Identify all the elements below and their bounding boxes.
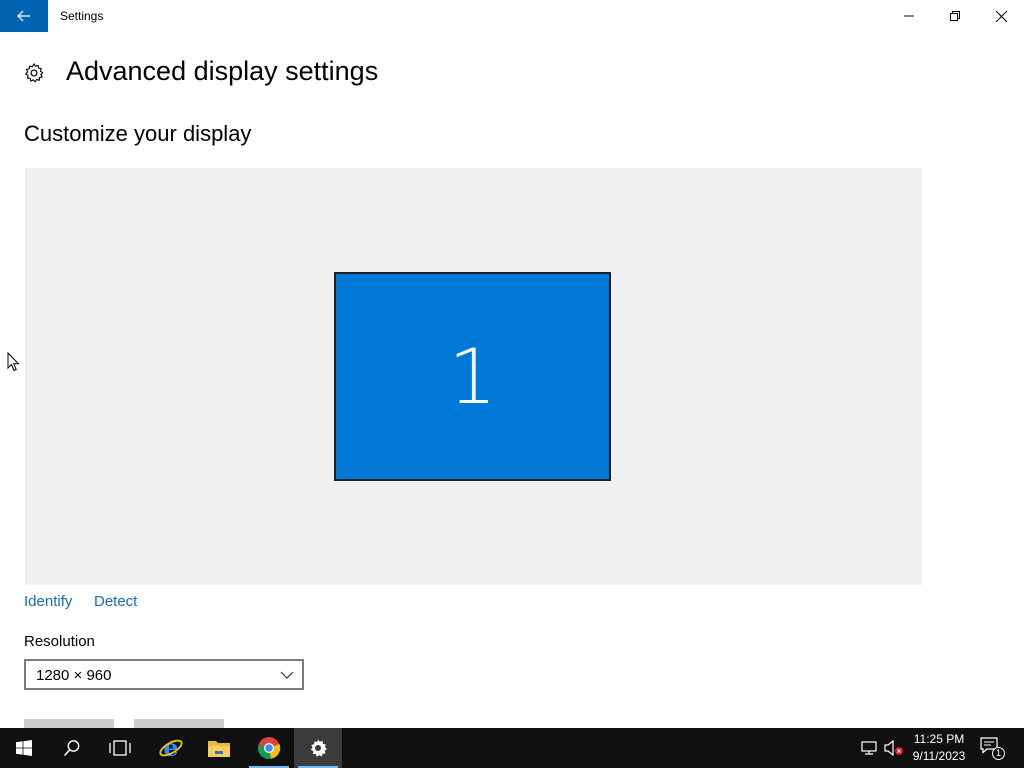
cancel-button[interactable] [134, 719, 224, 728]
taskbar: e 11:25 PM 9/11/2023 1 [0, 728, 1024, 768]
search-icon [63, 740, 80, 757]
app-title: Settings [60, 9, 104, 23]
internet-explorer-icon: e [159, 735, 183, 761]
file-explorer-button[interactable] [195, 728, 243, 768]
resolution-value: 1280 × 960 [36, 667, 112, 684]
mouse-cursor-icon [7, 352, 20, 372]
back-arrow-icon [17, 10, 30, 22]
close-button[interactable] [978, 0, 1024, 32]
start-button[interactable] [0, 728, 48, 768]
task-view-button[interactable] [96, 728, 144, 768]
restore-icon [950, 11, 960, 21]
title-bar: Settings [0, 0, 1024, 32]
clock-time: 11:25 PM [913, 732, 965, 746]
settings-taskbar-button[interactable] [294, 728, 342, 768]
svg-text:e: e [163, 735, 178, 761]
taskbar-clock[interactable]: 11:25 PM 9/11/2023 [906, 731, 972, 765]
close-icon [995, 10, 1007, 22]
apply-button[interactable] [24, 719, 114, 728]
action-center-button[interactable]: 1 [980, 736, 1006, 760]
monitor-1[interactable]: 1 [334, 272, 611, 481]
identify-link[interactable]: Identify [24, 593, 72, 610]
internet-explorer-button[interactable]: e [147, 728, 195, 768]
monitor-number: 1 [448, 332, 497, 421]
volume-tray-button[interactable] [884, 738, 904, 758]
settings-icon [310, 739, 327, 757]
gear-icon [25, 63, 44, 83]
back-button[interactable] [0, 0, 48, 32]
chrome-icon [258, 737, 281, 759]
minimize-icon [904, 15, 914, 17]
chrome-button[interactable] [245, 728, 293, 768]
network-icon [861, 741, 877, 755]
search-button[interactable] [48, 728, 96, 768]
network-tray-button[interactable] [860, 738, 880, 758]
chevron-down-icon [280, 671, 294, 679]
detect-link[interactable]: Detect [94, 593, 137, 610]
display-arrangement-area[interactable]: 1 [25, 168, 922, 585]
page-title: Advanced display settings [66, 56, 379, 86]
notification-count-badge: 1 [992, 747, 1005, 760]
restore-button[interactable] [932, 0, 978, 32]
resolution-label: Resolution [24, 633, 95, 650]
resolution-dropdown[interactable]: 1280 × 960 [24, 659, 304, 690]
task-view-icon [109, 740, 131, 756]
file-explorer-icon [208, 741, 230, 757]
windows-start-icon [16, 740, 32, 756]
section-title: Customize your display [24, 121, 252, 146]
volume-muted-icon [884, 740, 903, 756]
minimize-button[interactable] [886, 0, 932, 32]
clock-date: 9/11/2023 [912, 749, 966, 763]
